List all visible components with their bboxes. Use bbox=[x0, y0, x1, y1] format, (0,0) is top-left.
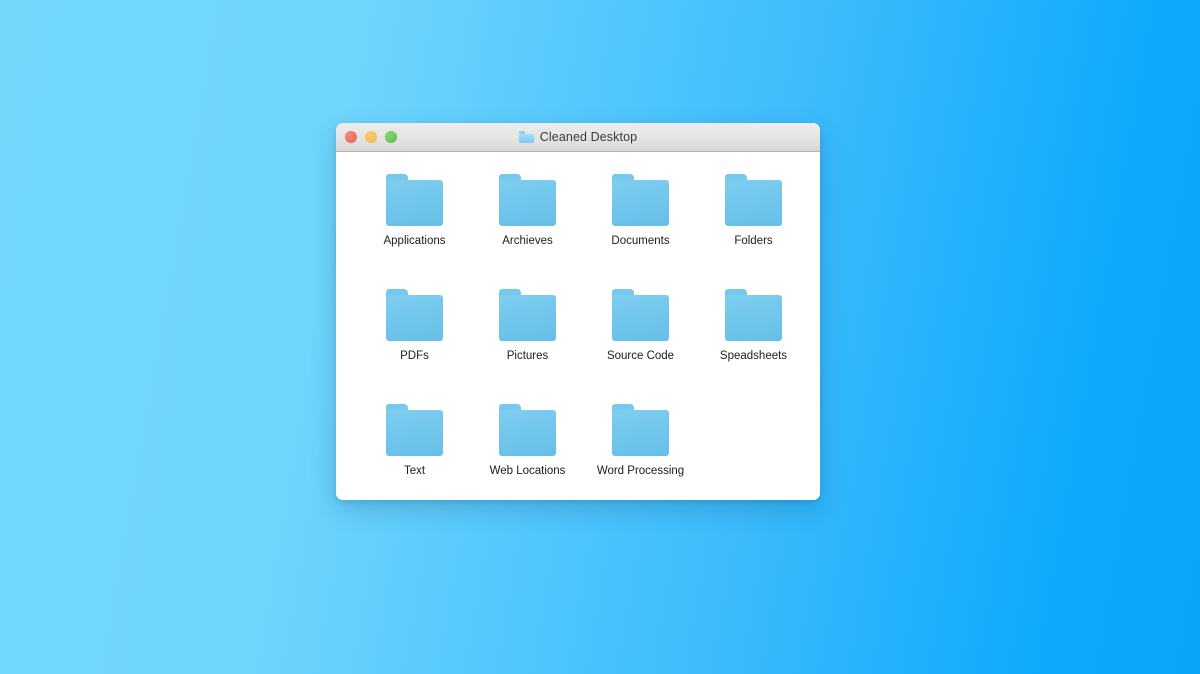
finder-window: Cleaned Desktop Applications Archieves D… bbox=[336, 123, 820, 500]
folder-icon bbox=[499, 174, 556, 226]
folder-icon bbox=[612, 174, 669, 226]
file-item-speadsheets[interactable]: Speadsheets bbox=[697, 283, 810, 364]
minimize-button[interactable] bbox=[365, 131, 377, 143]
file-item-source-code[interactable]: Source Code bbox=[584, 283, 697, 364]
file-item-label: Web Locations bbox=[489, 465, 566, 477]
file-item-label: PDFs bbox=[400, 350, 429, 362]
file-item-word-processing[interactable]: Word Processing bbox=[584, 398, 697, 479]
icon-row: PDFs Pictures Source Code Speadsheets bbox=[358, 283, 798, 398]
file-item-label: Source Code bbox=[606, 350, 675, 362]
folder-icon bbox=[725, 174, 782, 226]
file-item-label: Folders bbox=[734, 235, 773, 247]
folder-icon bbox=[725, 289, 782, 341]
file-icon-grid: Applications Archieves Documents Folders… bbox=[336, 152, 820, 500]
file-item-label: Word Processing bbox=[596, 465, 685, 477]
maximize-button[interactable] bbox=[385, 131, 397, 143]
file-item-label: Pictures bbox=[506, 350, 549, 362]
file-item-archieves[interactable]: Archieves bbox=[471, 168, 584, 249]
file-item-label: Archieves bbox=[502, 235, 553, 247]
window-controls bbox=[345, 123, 397, 151]
window-title-bar[interactable]: Cleaned Desktop bbox=[336, 123, 820, 152]
folder-icon bbox=[499, 404, 556, 456]
file-item-pdfs[interactable]: PDFs bbox=[358, 283, 471, 364]
folder-icon bbox=[386, 174, 443, 226]
file-item-applications[interactable]: Applications bbox=[358, 168, 471, 249]
folder-icon bbox=[499, 289, 556, 341]
desktop-background: Cleaned Desktop Applications Archieves D… bbox=[0, 0, 1200, 674]
file-item-label: Text bbox=[403, 465, 426, 477]
file-item-pictures[interactable]: Pictures bbox=[471, 283, 584, 364]
folder-icon bbox=[386, 404, 443, 456]
icon-row: Text Web Locations Word Processing bbox=[358, 398, 798, 500]
close-button[interactable] bbox=[345, 131, 357, 143]
icon-row: Applications Archieves Documents Folders bbox=[358, 168, 798, 283]
file-item-label: Applications bbox=[383, 235, 446, 247]
file-item-web-locations[interactable]: Web Locations bbox=[471, 398, 584, 479]
file-item-folders[interactable]: Folders bbox=[697, 168, 810, 249]
file-item-label: Documents bbox=[611, 235, 670, 247]
folder-icon bbox=[612, 404, 669, 456]
file-item-label: Speadsheets bbox=[719, 350, 788, 362]
folder-icon bbox=[612, 289, 669, 341]
window-title-group: Cleaned Desktop bbox=[336, 123, 820, 151]
file-item-text[interactable]: Text bbox=[358, 398, 471, 479]
folder-icon bbox=[518, 131, 534, 143]
folder-icon bbox=[386, 289, 443, 341]
window-title: Cleaned Desktop bbox=[539, 129, 638, 144]
file-item-documents[interactable]: Documents bbox=[584, 168, 697, 249]
